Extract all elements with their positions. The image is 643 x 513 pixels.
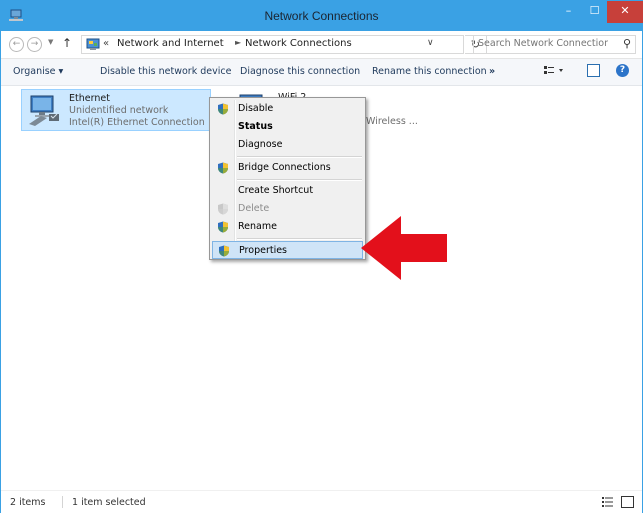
menu-item-rename[interactable]: Rename bbox=[212, 218, 363, 236]
address-dropdown-icon[interactable]: ∨ bbox=[427, 38, 434, 48]
menu-item-status[interactable]: Status bbox=[212, 118, 363, 136]
breadcrumb[interactable]: « Network and Internet ► Network Connect… bbox=[81, 35, 464, 54]
control-panel-icon bbox=[86, 38, 100, 50]
menu-item-properties[interactable]: Properties bbox=[212, 241, 363, 259]
search-input[interactable] bbox=[478, 38, 608, 49]
preview-pane-icon[interactable] bbox=[587, 64, 600, 77]
status-bar: 2 items 1 item selected bbox=[1, 490, 642, 513]
more-commands-button[interactable]: » bbox=[489, 66, 495, 77]
menu-item-delete: Delete bbox=[212, 200, 363, 218]
maximize-button[interactable]: ☐ bbox=[581, 1, 608, 23]
connection-adapter: Intel(R) Ethernet Connection I217 bbox=[69, 117, 207, 128]
breadcrumb-network-connections[interactable]: Network Connections bbox=[245, 38, 352, 49]
large-icons-view-icon[interactable] bbox=[621, 496, 634, 508]
breadcrumb-network-and-internet[interactable]: Network and Internet bbox=[117, 38, 224, 49]
change-view-icon[interactable] bbox=[543, 64, 567, 78]
uac-shield-icon bbox=[218, 203, 228, 215]
command-bar: Organise ▾ Disable this network device D… bbox=[1, 59, 642, 86]
close-button[interactable]: ✕ bbox=[607, 1, 643, 23]
selection-count: 1 item selected bbox=[72, 497, 146, 508]
menu-item-label: Delete bbox=[238, 203, 270, 214]
menu-item-create-shortcut[interactable]: Create Shortcut bbox=[212, 182, 363, 200]
disable-device-button[interactable]: Disable this network device bbox=[100, 66, 231, 77]
forward-button[interactable]: → bbox=[27, 37, 42, 52]
uac-shield-icon bbox=[219, 245, 229, 257]
up-button[interactable]: ↑ bbox=[62, 36, 72, 50]
list-item-ethernet[interactable]: Ethernet Unidentified network Intel(R) E… bbox=[21, 89, 211, 131]
ethernet-adapter-icon bbox=[29, 95, 59, 126]
search-box[interactable]: ⚲ bbox=[473, 35, 636, 54]
help-button[interactable]: ? bbox=[616, 64, 629, 77]
menu-separator bbox=[237, 156, 362, 158]
minimize-button[interactable]: – bbox=[555, 1, 582, 23]
window-title: Network Connections bbox=[264, 9, 379, 23]
red-arrow-annotation bbox=[361, 216, 447, 280]
uac-shield-icon bbox=[218, 162, 228, 174]
menu-item-label: Properties bbox=[239, 245, 288, 256]
menu-item-label: Diagnose bbox=[238, 139, 283, 150]
status-divider bbox=[62, 496, 63, 508]
connection-status: Unidentified network bbox=[69, 105, 169, 116]
menu-item-label: Status bbox=[238, 121, 273, 132]
menu-item-label: Bridge Connections bbox=[238, 162, 331, 173]
menu-item-label: Create Shortcut bbox=[238, 185, 314, 196]
uac-shield-icon bbox=[218, 103, 228, 115]
uac-shield-icon bbox=[218, 221, 228, 233]
organise-menu-button[interactable]: Organise ▾ bbox=[13, 66, 63, 77]
context-menu: Disable Status Diagnose Bridge Connections C… bbox=[209, 97, 366, 260]
breadcrumb-overflow-button[interactable]: « bbox=[103, 38, 109, 49]
recent-locations-chevron-icon[interactable]: ▼ bbox=[48, 38, 53, 46]
menu-item-disable[interactable]: Disable bbox=[212, 100, 363, 118]
menu-separator bbox=[237, 179, 362, 181]
menu-separator bbox=[237, 238, 362, 240]
arrow-shape bbox=[361, 216, 447, 280]
network-connections-window: Network Connections – ☐ ✕ ← → ▼ ↑ « Netw… bbox=[0, 0, 643, 513]
rename-connection-button[interactable]: Rename this connection bbox=[372, 66, 487, 77]
diagnose-connection-button[interactable]: Diagnose this connection bbox=[240, 66, 360, 77]
menu-item-diagnose[interactable]: Diagnose bbox=[212, 136, 363, 154]
back-button[interactable]: ← bbox=[9, 37, 24, 52]
search-icon[interactable]: ⚲ bbox=[623, 37, 631, 50]
menu-item-bridge-connections[interactable]: Bridge Connections bbox=[212, 159, 363, 177]
menu-item-label: Rename bbox=[238, 221, 277, 232]
item-count: 2 items bbox=[10, 497, 46, 508]
details-view-icon[interactable] bbox=[601, 496, 614, 508]
connection-adapter: n Wireless ... bbox=[357, 116, 418, 127]
breadcrumb-separator-icon[interactable]: ► bbox=[235, 38, 241, 47]
connection-name: Ethernet bbox=[69, 93, 110, 104]
title-bar: Network Connections – ☐ ✕ bbox=[1, 1, 643, 31]
address-bar: ← → ▼ ↑ « Network and Internet ► Network… bbox=[1, 31, 642, 59]
menu-item-label: Disable bbox=[238, 103, 274, 114]
